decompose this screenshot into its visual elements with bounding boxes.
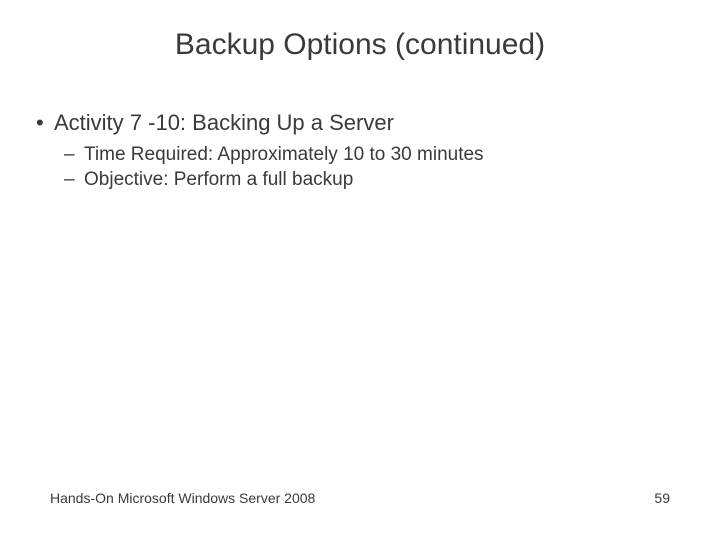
footer-text: Hands-On Microsoft Windows Server 2008 (50, 490, 315, 506)
bullet-level2: – Objective: Perform a full backup (64, 169, 686, 191)
content-area: • Activity 7 -10: Backing Up a Server – … (0, 110, 720, 191)
bullet-text: Objective: Perform a full backup (84, 169, 353, 191)
dash-marker: – (64, 169, 84, 191)
slide-title: Backup Options (continued) (0, 28, 720, 62)
bullet-text: Time Required: Approximately 10 to 30 mi… (84, 144, 484, 166)
dash-marker: – (64, 144, 84, 166)
bullet-text: Activity 7 -10: Backing Up a Server (54, 110, 394, 136)
footer: Hands-On Microsoft Windows Server 2008 5… (0, 490, 720, 506)
slide: Backup Options (continued) • Activity 7 … (0, 0, 720, 540)
page-number: 59 (654, 490, 670, 506)
bullet-level2: – Time Required: Approximately 10 to 30 … (64, 144, 686, 166)
bullet-marker: • (34, 110, 54, 136)
bullet-level1: • Activity 7 -10: Backing Up a Server (34, 110, 686, 136)
